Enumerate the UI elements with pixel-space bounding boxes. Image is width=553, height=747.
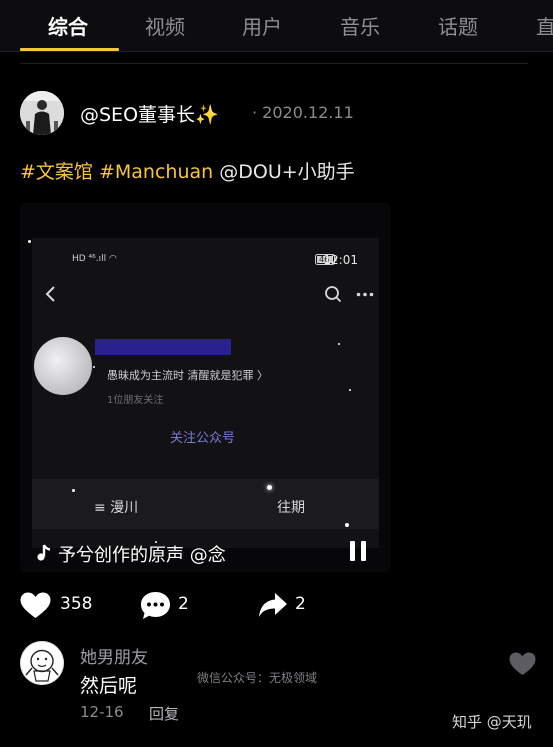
heart-icon xyxy=(20,592,51,618)
post-caption: #文案馆 #Manchuan @DOU+小助手 xyxy=(20,157,355,184)
video-frame: HD ⁴⁶.ıll ◠ 46 12:01 愚昧成为主流时 清醒就是犯罪 〉 1位… xyxy=(32,238,379,548)
cartoon-face-icon xyxy=(20,641,64,685)
divider xyxy=(20,63,528,64)
sparkle xyxy=(72,489,75,492)
comment-date: 12-16 xyxy=(80,703,124,721)
tab-users[interactable]: 用户 xyxy=(242,11,282,40)
search-tabs: 综合 视频 用户 音乐 话题 直 xyxy=(0,0,553,52)
wechat-watermark: 微信公众号：无极领域 xyxy=(197,671,318,685)
like-count: 358 xyxy=(60,594,93,614)
more-icon xyxy=(356,292,374,297)
mention-link[interactable]: @DOU+小助手 xyxy=(219,161,354,183)
profile-friends: 1位朋友关注 xyxy=(107,395,164,406)
comment-count: 2 xyxy=(178,594,189,614)
share-button[interactable]: 2 xyxy=(258,590,318,620)
sound-title: 予兮创作的原声 @念 xyxy=(58,545,226,566)
comment-icon xyxy=(141,592,170,619)
status-time: 12:01 xyxy=(323,253,358,267)
commenter-avatar[interactable] xyxy=(20,641,64,685)
comment-text: 然后呢 xyxy=(80,675,138,697)
sound-bar[interactable]: 予兮创作的原声 @念 xyxy=(20,536,391,572)
menu-item: 往期 xyxy=(277,500,305,516)
sparkle xyxy=(93,366,95,368)
status-signal-text: HD ⁴⁶.ıll ◠ xyxy=(72,254,117,264)
avatar-figure-image xyxy=(20,91,64,135)
share-icon xyxy=(259,593,287,617)
tab-videos[interactable]: 视频 xyxy=(145,11,185,40)
back-icon xyxy=(45,286,55,302)
tab-live[interactable]: 直 xyxy=(536,11,553,40)
profile-bio: 愚昧成为主流时 清醒就是犯罪 〉 xyxy=(107,369,268,382)
share-count: 2 xyxy=(295,594,306,614)
tab-all[interactable]: 综合 xyxy=(48,11,88,40)
commenter-name[interactable]: 她男朋友 xyxy=(80,643,148,668)
tab-music[interactable]: 音乐 xyxy=(340,11,380,40)
hashtag-link[interactable]: #文案馆 xyxy=(20,161,93,183)
music-note-icon xyxy=(37,544,51,561)
like-button[interactable]: 358 xyxy=(20,590,100,620)
hashtag-link[interactable]: #Manchuan xyxy=(99,161,213,183)
sparkle xyxy=(267,485,272,490)
comment-like-icon[interactable] xyxy=(509,652,536,676)
redacted-name-bar xyxy=(95,339,231,355)
reply-button[interactable]: 回复 xyxy=(149,703,179,724)
profile-menu-bar xyxy=(32,479,379,529)
post-author[interactable]: @SEO董事长✨ xyxy=(80,100,219,127)
comment-button[interactable]: 2 xyxy=(140,590,200,620)
menu-item: ≡ 漫川 xyxy=(94,500,139,516)
active-tab-indicator xyxy=(20,48,119,51)
video-player[interactable]: HD ⁴⁶.ıll ◠ 46 12:01 愚昧成为主流时 清醒就是犯罪 〉 1位… xyxy=(20,203,391,572)
sparkle xyxy=(338,343,340,345)
profile-picture xyxy=(34,337,92,395)
tab-topics[interactable]: 话题 xyxy=(438,11,478,40)
follow-link: 关注公众号 xyxy=(170,431,236,446)
author-avatar[interactable] xyxy=(20,91,64,135)
post-date: · 2020.12.11 xyxy=(252,103,354,122)
sparkle xyxy=(349,389,351,391)
pause-icon[interactable] xyxy=(349,541,367,561)
sparkle xyxy=(345,523,349,527)
zhihu-watermark: 知乎 @天玑 xyxy=(452,713,532,731)
post-date-value: 2020.12.11 xyxy=(262,103,354,122)
sparkle xyxy=(28,240,31,243)
search-icon xyxy=(325,286,342,303)
